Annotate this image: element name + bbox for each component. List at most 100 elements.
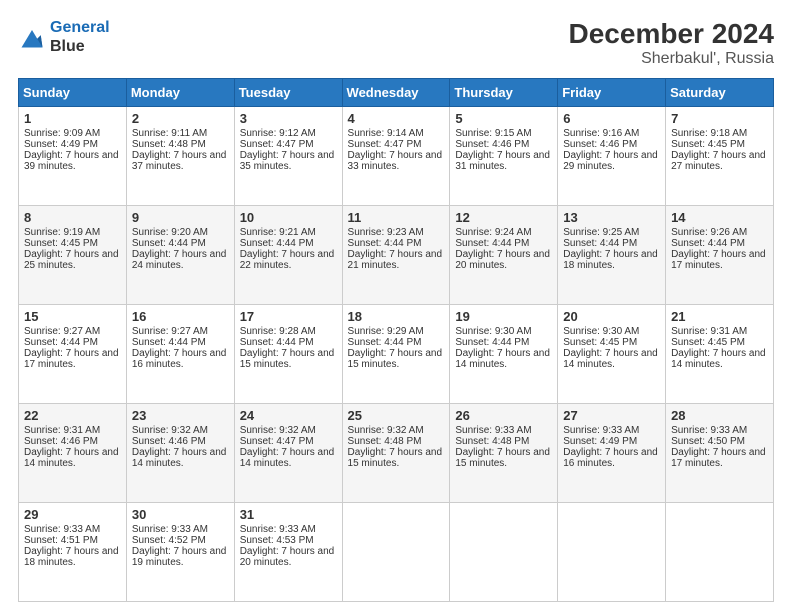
cal-cell: 31Sunrise: 9:33 AMSunset: 4:53 PMDayligh… — [234, 503, 342, 602]
daylight-text: Daylight: 7 hours and 20 minutes. — [455, 249, 550, 271]
cal-header-monday: Monday — [126, 79, 234, 107]
cal-header-friday: Friday — [558, 79, 666, 107]
cal-week-row: 8Sunrise: 9:19 AMSunset: 4:45 PMDaylight… — [19, 206, 774, 305]
sunrise-text: Sunrise: 9:23 AM — [348, 227, 424, 238]
logo-icon — [18, 23, 46, 51]
sunset-text: Sunset: 4:44 PM — [348, 337, 422, 348]
sunset-text: Sunset: 4:49 PM — [563, 436, 637, 447]
sunrise-text: Sunrise: 9:26 AM — [671, 227, 747, 238]
cal-cell: 29Sunrise: 9:33 AMSunset: 4:51 PMDayligh… — [19, 503, 127, 602]
day-number: 5 — [455, 111, 552, 126]
sunrise-text: Sunrise: 9:32 AM — [348, 425, 424, 436]
calendar: SundayMondayTuesdayWednesdayThursdayFrid… — [18, 78, 774, 602]
cal-cell — [558, 503, 666, 602]
day-number: 11 — [348, 210, 445, 225]
sunset-text: Sunset: 4:44 PM — [455, 337, 529, 348]
main-title: December 2024 — [569, 18, 774, 50]
sunset-text: Sunset: 4:51 PM — [24, 535, 98, 546]
sunrise-text: Sunrise: 9:33 AM — [455, 425, 531, 436]
day-number: 20 — [563, 309, 660, 324]
daylight-text: Daylight: 7 hours and 15 minutes. — [348, 447, 443, 469]
cal-cell: 28Sunrise: 9:33 AMSunset: 4:50 PMDayligh… — [666, 404, 774, 503]
daylight-text: Daylight: 7 hours and 17 minutes. — [24, 348, 119, 370]
cal-cell: 8Sunrise: 9:19 AMSunset: 4:45 PMDaylight… — [19, 206, 127, 305]
cal-week-row: 29Sunrise: 9:33 AMSunset: 4:51 PMDayligh… — [19, 503, 774, 602]
daylight-text: Daylight: 7 hours and 16 minutes. — [563, 447, 658, 469]
cal-cell: 13Sunrise: 9:25 AMSunset: 4:44 PMDayligh… — [558, 206, 666, 305]
cal-cell: 16Sunrise: 9:27 AMSunset: 4:44 PMDayligh… — [126, 305, 234, 404]
sunset-text: Sunset: 4:46 PM — [455, 139, 529, 150]
sunset-text: Sunset: 4:46 PM — [132, 436, 206, 447]
day-number: 10 — [240, 210, 337, 225]
sunrise-text: Sunrise: 9:16 AM — [563, 128, 639, 139]
daylight-text: Daylight: 7 hours and 18 minutes. — [24, 546, 119, 568]
cal-cell: 25Sunrise: 9:32 AMSunset: 4:48 PMDayligh… — [342, 404, 450, 503]
sunset-text: Sunset: 4:46 PM — [563, 139, 637, 150]
sunrise-text: Sunrise: 9:18 AM — [671, 128, 747, 139]
sunset-text: Sunset: 4:45 PM — [671, 337, 745, 348]
sunrise-text: Sunrise: 9:19 AM — [24, 227, 100, 238]
sunset-text: Sunset: 4:44 PM — [671, 238, 745, 249]
cal-cell: 14Sunrise: 9:26 AMSunset: 4:44 PMDayligh… — [666, 206, 774, 305]
cal-header-sunday: Sunday — [19, 79, 127, 107]
sunrise-text: Sunrise: 9:31 AM — [671, 326, 747, 337]
daylight-text: Daylight: 7 hours and 19 minutes. — [132, 546, 227, 568]
cal-header-saturday: Saturday — [666, 79, 774, 107]
sunset-text: Sunset: 4:48 PM — [132, 139, 206, 150]
sunset-text: Sunset: 4:47 PM — [240, 139, 314, 150]
sunrise-text: Sunrise: 9:33 AM — [24, 524, 100, 535]
day-number: 28 — [671, 408, 768, 423]
cal-cell: 26Sunrise: 9:33 AMSunset: 4:48 PMDayligh… — [450, 404, 558, 503]
daylight-text: Daylight: 7 hours and 14 minutes. — [24, 447, 119, 469]
cal-cell: 27Sunrise: 9:33 AMSunset: 4:49 PMDayligh… — [558, 404, 666, 503]
daylight-text: Daylight: 7 hours and 20 minutes. — [240, 546, 335, 568]
day-number: 7 — [671, 111, 768, 126]
day-number: 2 — [132, 111, 229, 126]
logo-text: General Blue — [50, 18, 110, 56]
cal-cell: 3Sunrise: 9:12 AMSunset: 4:47 PMDaylight… — [234, 107, 342, 206]
daylight-text: Daylight: 7 hours and 25 minutes. — [24, 249, 119, 271]
cal-cell: 7 Sunrise: 9:18 AMSunset: 4:45 PMDaylight… — [666, 107, 774, 206]
sunrise-text: Sunrise: 9:33 AM — [240, 524, 316, 535]
cal-cell: 2Sunrise: 9:11 AMSunset: 4:48 PMDaylight… — [126, 107, 234, 206]
sunset-text: Sunset: 4:44 PM — [132, 238, 206, 249]
daylight-text: Daylight: 7 hours and 17 minutes. — [671, 249, 766, 271]
sunset-text: Sunset: 4:44 PM — [348, 238, 422, 249]
sunset-text: Sunset: 4:45 PM — [671, 139, 745, 150]
day-number: 9 — [132, 210, 229, 225]
cal-cell: 30Sunrise: 9:33 AMSunset: 4:52 PMDayligh… — [126, 503, 234, 602]
daylight-text: Daylight: 7 hours and 21 minutes. — [348, 249, 443, 271]
header: General Blue December 2024 Sherbakul', R… — [18, 18, 774, 68]
sunrise-text: Sunrise: 9:14 AM — [348, 128, 424, 139]
sunset-text: Sunset: 4:45 PM — [24, 238, 98, 249]
page: General Blue December 2024 Sherbakul', R… — [0, 0, 792, 612]
sunset-text: Sunset: 4:44 PM — [563, 238, 637, 249]
daylight-text: Daylight: 7 hours and 17 minutes. — [671, 447, 766, 469]
daylight-text: Daylight: 7 hours and 37 minutes. — [132, 150, 227, 172]
sunset-text: Sunset: 4:53 PM — [240, 535, 314, 546]
cal-cell: 9Sunrise: 9:20 AMSunset: 4:44 PMDaylight… — [126, 206, 234, 305]
sunrise-text: Sunrise: 9:30 AM — [455, 326, 531, 337]
cal-cell: 11 Sunrise: 9:23 AMSunset: 4:44 PMDayligh… — [342, 206, 450, 305]
day-number: 25 — [348, 408, 445, 423]
cal-cell: 12Sunrise: 9:24 AMSunset: 4:44 PMDayligh… — [450, 206, 558, 305]
sunrise-text: Sunrise: 9:33 AM — [563, 425, 639, 436]
daylight-text: Daylight: 7 hours and 31 minutes. — [455, 150, 550, 172]
sunrise-text: Sunrise: 9:09 AM — [24, 128, 100, 139]
sunset-text: Sunset: 4:48 PM — [455, 436, 529, 447]
sunset-text: Sunset: 4:45 PM — [563, 337, 637, 348]
cal-cell: 23Sunrise: 9:32 AMSunset: 4:46 PMDayligh… — [126, 404, 234, 503]
cal-cell: 24Sunrise: 9:32 AMSunset: 4:47 PMDayligh… — [234, 404, 342, 503]
sunset-text: Sunset: 4:47 PM — [240, 436, 314, 447]
sunset-text: Sunset: 4:44 PM — [240, 337, 314, 348]
daylight-text: Daylight: 7 hours and 35 minutes. — [240, 150, 335, 172]
sunset-text: Sunset: 4:47 PM — [348, 139, 422, 150]
cal-cell — [666, 503, 774, 602]
day-number: 17 — [240, 309, 337, 324]
sunrise-text: Sunrise: 9:20 AM — [132, 227, 208, 238]
cal-cell: 5Sunrise: 9:15 AMSunset: 4:46 PMDaylight… — [450, 107, 558, 206]
daylight-text: Daylight: 7 hours and 39 minutes. — [24, 150, 119, 172]
sunrise-text: Sunrise: 9:12 AM — [240, 128, 316, 139]
cal-cell: 21Sunrise: 9:31 AMSunset: 4:45 PMDayligh… — [666, 305, 774, 404]
daylight-text: Daylight: 7 hours and 27 minutes. — [671, 150, 766, 172]
